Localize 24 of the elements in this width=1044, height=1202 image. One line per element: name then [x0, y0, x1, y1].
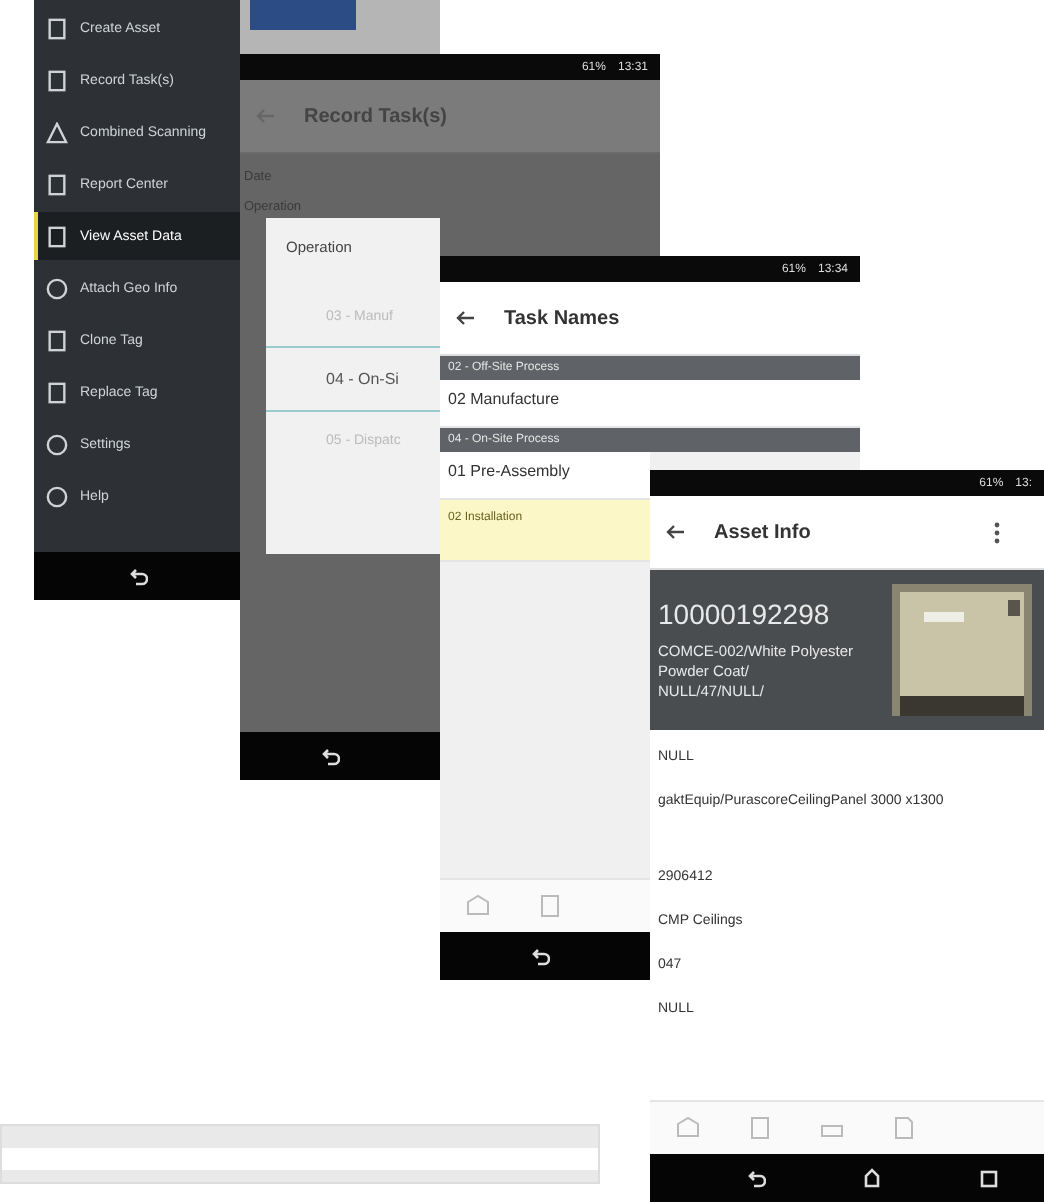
task-item[interactable]: 01 Pre-Assembly	[440, 452, 650, 500]
document-icon	[46, 69, 68, 91]
back-icon[interactable]	[666, 524, 686, 540]
more-icon[interactable]	[994, 521, 1000, 543]
home-icon[interactable]	[862, 1168, 882, 1188]
settings-icon	[46, 433, 68, 455]
document-icon	[46, 17, 68, 39]
screen-title: Asset Info	[714, 521, 811, 543]
copy-icon	[46, 381, 68, 403]
triangle-icon	[46, 121, 68, 143]
globe-icon	[46, 277, 68, 299]
document-icon	[46, 173, 68, 195]
copy-icon	[46, 329, 68, 351]
task-item[interactable]: 02 Manufacture	[440, 380, 860, 428]
asset-number: 10000192298	[658, 597, 832, 630]
screen-title: Record Task(s)	[304, 105, 448, 127]
help-icon	[46, 485, 68, 507]
clipboard-icon[interactable]	[536, 894, 564, 918]
clipboard-icon[interactable]	[746, 1116, 774, 1140]
document-icon	[46, 225, 68, 247]
back-icon[interactable]	[456, 310, 476, 326]
screen-title: Task Names	[504, 307, 620, 329]
recents-icon[interactable]	[978, 1168, 998, 1188]
toolbar	[250, 0, 356, 30]
